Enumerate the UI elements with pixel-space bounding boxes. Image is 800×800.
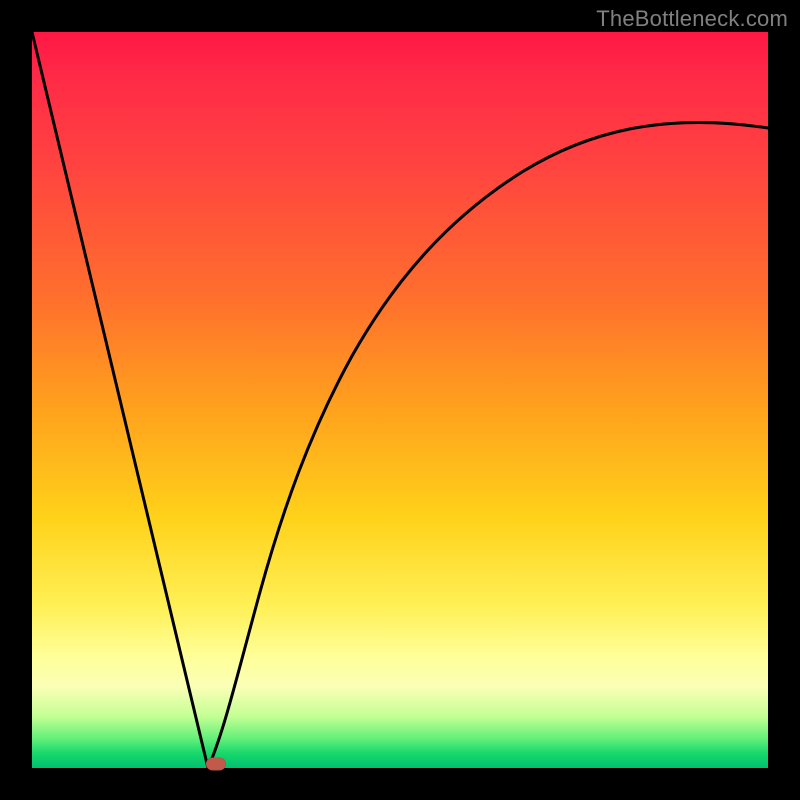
curve-left-segment [32,32,208,768]
attribution-label: TheBottleneck.com [596,6,788,32]
optimum-marker [206,758,226,771]
bottleneck-curve [32,32,768,768]
chart-frame: TheBottleneck.com [0,0,800,800]
plot-area [32,32,768,768]
curve-right-segment [208,122,768,768]
